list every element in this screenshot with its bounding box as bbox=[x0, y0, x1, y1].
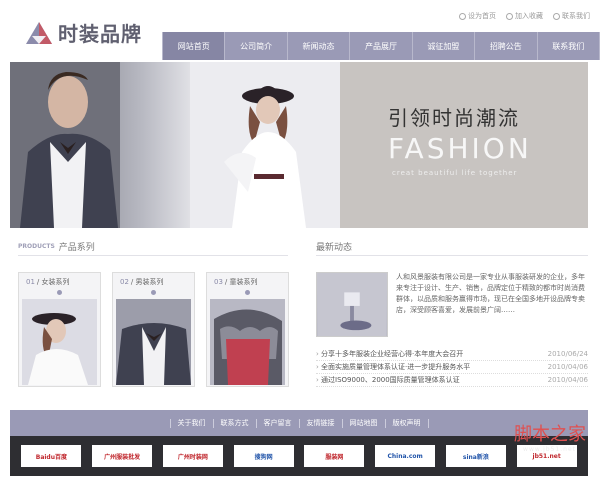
partner-logo[interactable]: Baidu百度 bbox=[21, 445, 82, 467]
nav-news[interactable]: 新闻动态 bbox=[288, 32, 351, 60]
footer-link-message[interactable]: 客户留言 bbox=[257, 418, 300, 428]
products-row: 01/ 女装系列 02/ 男装系列 03/ 童装系列 bbox=[18, 272, 289, 387]
products-section: PRODUCTS 产品系列 01/ 女装系列 02/ 男装系列 03 / 童装系… bbox=[18, 238, 289, 398]
news-list: 分享十多年服装企业经营心得·本年度大会召开 2010/06/24 全面实施质量管… bbox=[316, 348, 588, 387]
news-item[interactable]: 分享十多年服装企业经营心得·本年度大会召开 2010/06/24 bbox=[316, 348, 588, 361]
nav-jobs[interactable]: 招聘公告 bbox=[475, 32, 538, 60]
partner-logo[interactable]: 广州服装批发 bbox=[92, 445, 153, 467]
nav-products[interactable]: 产品展厅 bbox=[350, 32, 413, 60]
site-header: 时装品牌 设为首页 加入收藏 联系我们 网站首页 公司简介 新闻动态 产品展厅 … bbox=[0, 0, 600, 62]
nav-contact[interactable]: 联系我们 bbox=[538, 32, 600, 60]
toplink-contact[interactable]: 联系我们 bbox=[553, 11, 590, 21]
banner-slogan-cn: 引领时尚潮流 bbox=[388, 106, 520, 130]
top-links: 设为首页 加入收藏 联系我们 bbox=[459, 11, 590, 21]
partner-logo[interactable]: 搜狗网 bbox=[233, 445, 294, 467]
banner-slogan-en: FASHION bbox=[388, 132, 532, 165]
dot-icon bbox=[57, 290, 62, 295]
news-item[interactable]: 全面实施质量管理体系认证·进一步提升服务水平 2010/04/06 bbox=[316, 361, 588, 374]
product-kids-image bbox=[210, 299, 285, 385]
product-men-image bbox=[116, 299, 191, 385]
logo[interactable]: 时装品牌 bbox=[26, 18, 142, 47]
banner-slogan-sub: creat beautiful life together bbox=[392, 169, 518, 177]
banner-models-image bbox=[10, 62, 340, 228]
product-card-kids[interactable]: 03/ 童装系列 bbox=[206, 272, 289, 387]
toplink-homepage[interactable]: 设为首页 bbox=[459, 11, 496, 21]
watermark-text: 脚本之家 bbox=[514, 424, 586, 445]
star-icon bbox=[506, 12, 513, 20]
footer-link-copyright[interactable]: 版权声明 bbox=[386, 418, 429, 428]
nav-home[interactable]: 网站首页 bbox=[162, 32, 226, 60]
product-card-men[interactable]: 02/ 男装系列 bbox=[112, 272, 195, 387]
nav-about[interactable]: 公司简介 bbox=[225, 32, 288, 60]
products-heading: PRODUCTS 产品系列 bbox=[18, 238, 288, 256]
footer-link-contact[interactable]: 联系方式 bbox=[214, 418, 257, 428]
logo-triangle-icon bbox=[26, 21, 52, 44]
product-women-image bbox=[22, 299, 97, 385]
nav-franchise[interactable]: 诚征加盟 bbox=[413, 32, 476, 60]
footer-link-friends[interactable]: 友情链接 bbox=[300, 418, 343, 428]
home-icon bbox=[459, 12, 466, 20]
hero-banner[interactable]: 引领时尚潮流 FASHION creat beautiful life toge… bbox=[10, 62, 588, 228]
dot-icon bbox=[151, 290, 156, 295]
news-thumbnail-image[interactable] bbox=[316, 272, 388, 337]
news-summary-text: 人和风景服装有限公司是一家专业从事服装研发的企业，多年来专注于设计、生产、销售，… bbox=[396, 273, 585, 314]
footer-link-about[interactable]: 关于我们 bbox=[169, 418, 214, 428]
product-card-women[interactable]: 01/ 女装系列 bbox=[18, 272, 101, 387]
main-nav: 网站首页 公司简介 新闻动态 产品展厅 诚征加盟 招聘公告 联系我们 bbox=[162, 32, 600, 60]
partner-logos: Baidu百度 广州服装批发 广州时装网 搜狗网 服装网 China.com s… bbox=[10, 436, 588, 476]
logo-text: 时装品牌 bbox=[58, 22, 142, 46]
partner-logo[interactable]: sina新浪 bbox=[445, 445, 506, 467]
news-featured: 人和风景服装有限公司是一家专业从事服装研发的企业，多年来专注于设计、生产、销售，… bbox=[316, 272, 588, 344]
footer-links-bar: 关于我们 联系方式 客户留言 友情链接 网站地图 版权声明 bbox=[10, 410, 588, 436]
partner-logo[interactable]: 服装网 bbox=[304, 445, 365, 467]
footer-link-sitemap[interactable]: 网站地图 bbox=[343, 418, 386, 428]
dot-icon bbox=[245, 290, 250, 295]
partner-logo[interactable]: 广州时装网 bbox=[162, 445, 223, 467]
news-heading: 最新动态 bbox=[316, 238, 588, 256]
partner-logo[interactable]: China.com bbox=[375, 445, 436, 467]
watermark-url: www.jb51.net bbox=[523, 446, 576, 453]
news-section: 最新动态 人和风景服装有限公司是一家专业从事服装研发的企业，多年来专注于设计、生… bbox=[316, 238, 588, 403]
news-item[interactable]: 通过ISO9000、2000国际质量管理体系认证 2010/04/06 bbox=[316, 374, 588, 387]
mail-icon bbox=[553, 12, 560, 20]
toplink-favorite[interactable]: 加入收藏 bbox=[506, 11, 543, 21]
banner-photo bbox=[10, 62, 340, 228]
